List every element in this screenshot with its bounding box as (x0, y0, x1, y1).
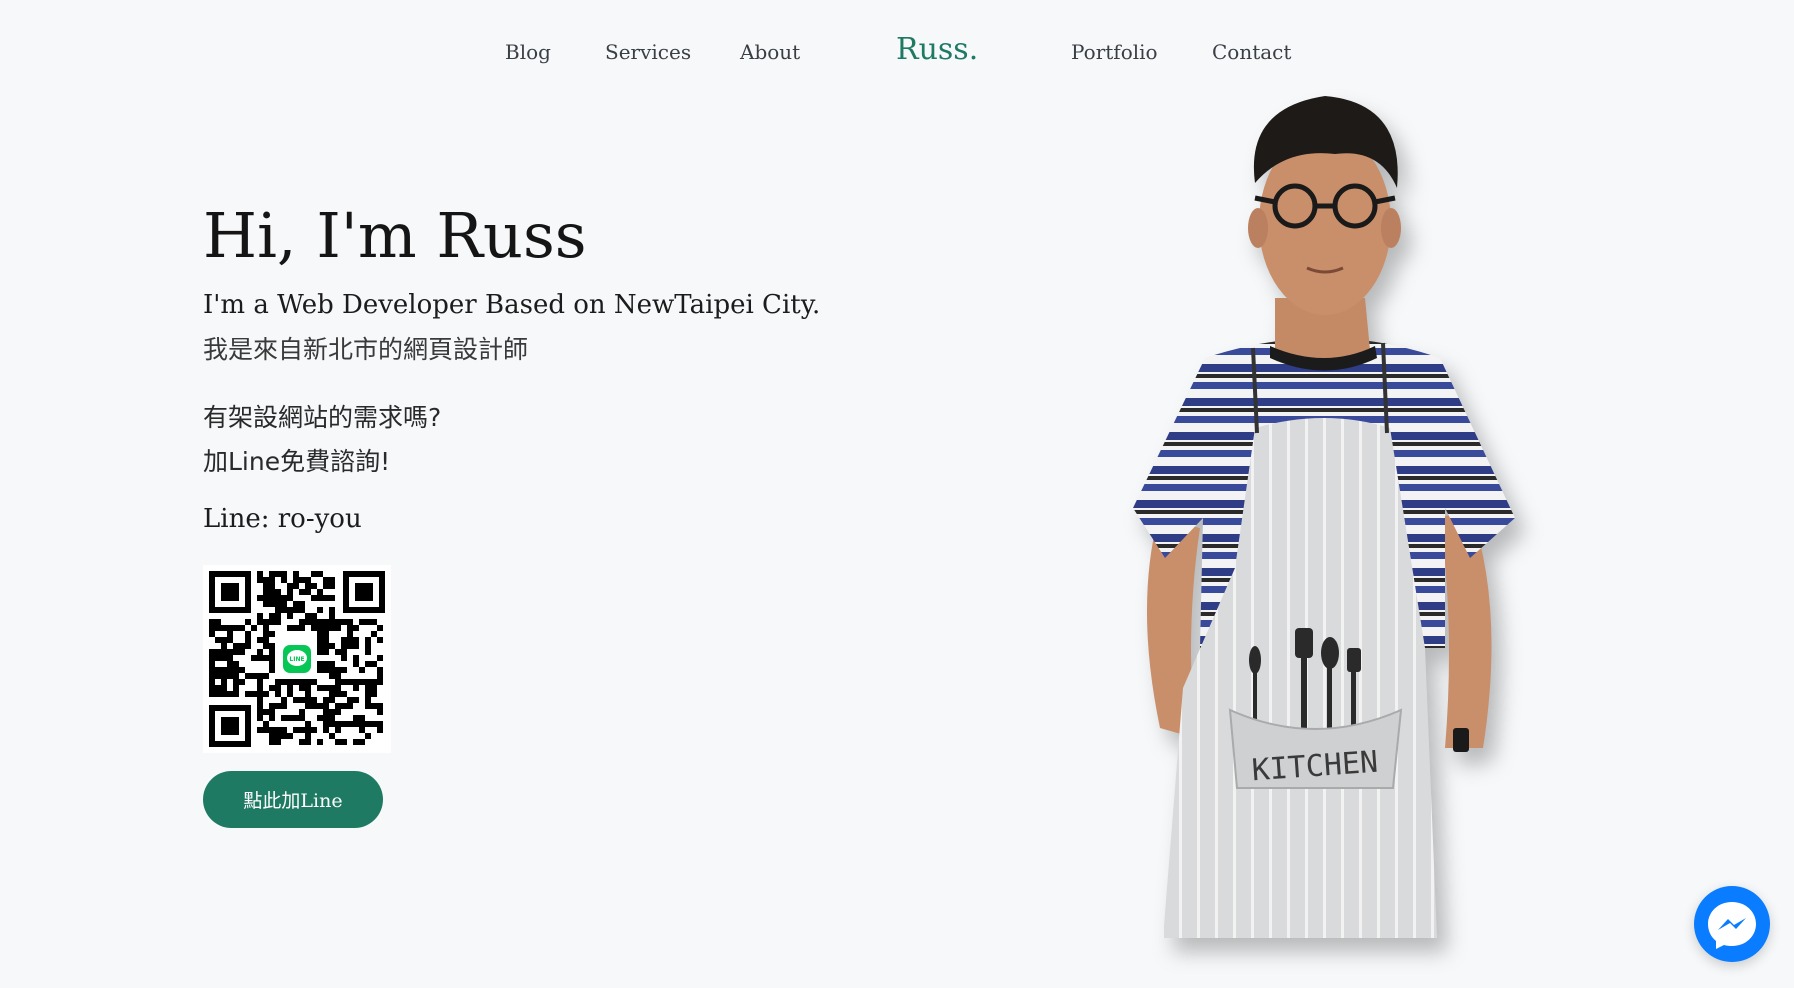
hero-subtitle-zh: 我是來自新北市的網頁設計師 (203, 335, 529, 364)
hero-title: Hi, I'm Russ (203, 199, 587, 272)
page: Blog Services About Russ. Portfolio Cont… (0, 0, 1794, 988)
qr-code-graphic: LINE (209, 571, 385, 747)
line-qr-code-icon: LINE (203, 565, 391, 753)
nav-item-services[interactable]: Services (605, 40, 691, 64)
nav-item-contact[interactable]: Contact (1212, 40, 1291, 64)
add-line-button[interactable]: 點此加Line (203, 771, 383, 828)
portrait-figure: KITCHEN (1133, 96, 1515, 938)
qr-finder-bottom-left (209, 705, 251, 747)
messenger-icon (1708, 902, 1756, 949)
cta-line-question: 有架設網站的需求嗎? (203, 403, 442, 432)
site-logo[interactable]: Russ. (896, 32, 978, 67)
nav-item-about[interactable]: About (740, 40, 800, 64)
qr-badge-text: LINE (289, 656, 304, 663)
nav-item-portfolio[interactable]: Portfolio (1071, 40, 1158, 64)
qr-finder-top-right (343, 571, 385, 613)
profile-photo: KITCHEN (1125, 88, 1525, 948)
watch-icon (1453, 728, 1469, 752)
messenger-chat-button[interactable] (1694, 886, 1770, 962)
hero-subtitle-en: I'm a Web Developer Based on NewTaipei C… (203, 290, 821, 320)
qr-finder-top-left (209, 571, 251, 613)
cta-line-offer: 加Line免費諮詢! (203, 447, 391, 476)
line-id: Line: ro-you (203, 504, 362, 534)
top-nav: Blog Services About Russ. Portfolio Cont… (0, 30, 1794, 74)
line-logo-icon: LINE (279, 641, 315, 677)
nav-item-blog[interactable]: Blog (505, 40, 551, 64)
cta-text: 有架設網站的需求嗎? 加Line免費諮詢! (203, 396, 441, 484)
